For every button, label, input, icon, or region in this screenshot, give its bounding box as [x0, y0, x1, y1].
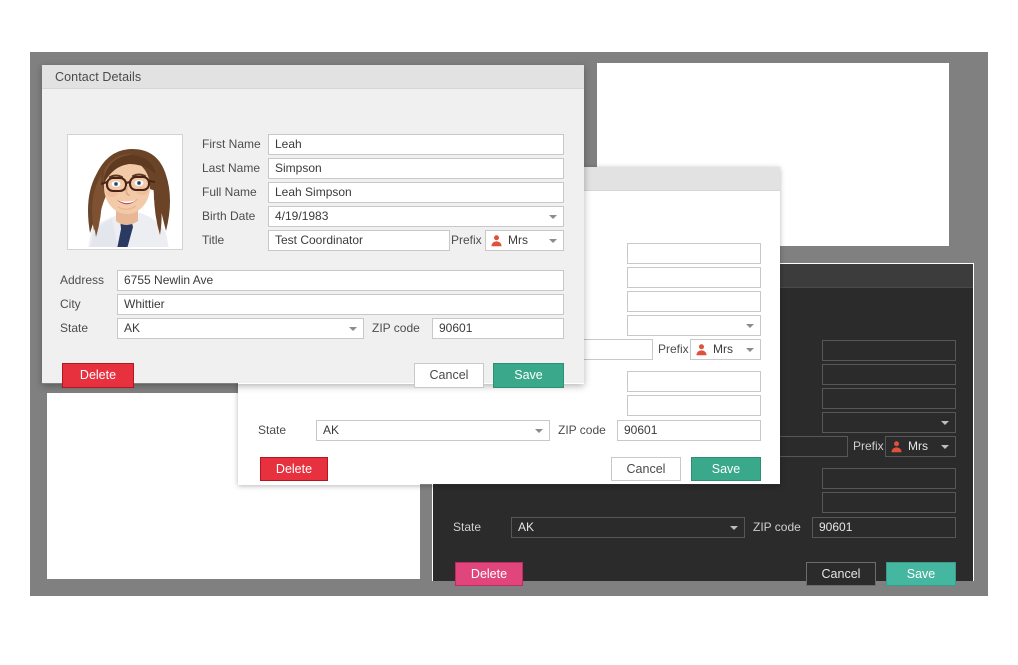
chevron-down-icon	[535, 428, 543, 433]
full-name-input-middle[interactable]	[627, 291, 761, 312]
save-button[interactable]: Save	[493, 363, 564, 388]
city-value: Whittier	[124, 297, 165, 311]
city-input[interactable]: Whittier	[117, 294, 564, 315]
zip-label: ZIP code	[372, 321, 420, 335]
chevron-down-icon	[549, 214, 557, 219]
prefix-label-dark: Prefix	[853, 439, 884, 453]
state-dropdown-dark[interactable]: AK	[511, 517, 745, 538]
city-input-middle[interactable]	[627, 395, 761, 416]
cancel-button[interactable]: Cancel	[414, 363, 484, 388]
zip-input[interactable]: 90601	[432, 318, 564, 339]
last-name-value: Simpson	[275, 161, 322, 175]
chevron-down-icon	[746, 323, 754, 328]
delete-button-middle[interactable]: Delete	[260, 457, 328, 481]
person-icon	[891, 441, 902, 453]
prefix-dropdown-dark[interactable]: Mrs	[885, 436, 956, 457]
last-name-input-middle[interactable]	[627, 267, 761, 288]
delete-button[interactable]: Delete	[62, 363, 134, 388]
prefix-value-middle: Mrs	[713, 342, 733, 356]
chevron-down-icon	[549, 238, 557, 243]
city-label: City	[60, 297, 81, 311]
contact-details-dialog-front[interactable]: Contact Details First Name Leah Last Nam…	[42, 65, 584, 388]
zip-input-dark[interactable]: 90601	[812, 517, 956, 538]
state-label-middle: State	[258, 423, 287, 437]
prefix-value-dark: Mrs	[908, 439, 928, 453]
cancel-button-middle[interactable]: Cancel	[611, 457, 681, 481]
dialog-title-bar: Contact Details	[42, 65, 584, 89]
title-input[interactable]: Test Coordinator	[268, 230, 450, 251]
last-name-input[interactable]: Simpson	[268, 158, 564, 179]
address-input-dark[interactable]	[822, 468, 956, 489]
dialog-body: First Name Leah Last Name Simpson Full N…	[42, 89, 584, 388]
prefix-dropdown[interactable]: Mrs	[485, 230, 564, 251]
birth-date-label: Birth Date	[202, 209, 256, 223]
first-name-input-dark[interactable]	[822, 340, 956, 361]
state-value-middle: AK	[323, 423, 340, 437]
prefix-label: Prefix	[451, 233, 482, 247]
address-input-middle[interactable]	[627, 371, 761, 392]
zip-value-middle: 90601	[624, 423, 658, 437]
chevron-down-icon	[730, 525, 738, 530]
full-name-input[interactable]: Leah Simpson	[268, 182, 564, 203]
delete-button-dark[interactable]: Delete	[455, 562, 523, 586]
chevron-down-icon	[941, 420, 949, 425]
address-value: 6755 Newlin Ave	[124, 273, 214, 287]
full-name-value: Leah Simpson	[275, 185, 352, 199]
zip-value: 90601	[439, 321, 473, 335]
app-canvas: Prefix Mrs State AK ZIP code 90601 Delet…	[0, 0, 1018, 665]
first-name-input[interactable]: Leah	[268, 134, 564, 155]
save-button-middle[interactable]: Save	[691, 457, 761, 481]
birth-date-dropdown-middle[interactable]	[627, 315, 761, 336]
zip-value-dark: 90601	[819, 520, 853, 534]
state-dropdown-middle[interactable]: AK	[316, 420, 550, 441]
first-name-value: Leah	[275, 137, 302, 151]
avatar	[67, 134, 183, 250]
full-name-input-dark[interactable]	[822, 388, 956, 409]
birth-date-value: 4/19/1983	[275, 209, 329, 223]
title-label: Title	[202, 233, 225, 247]
prefix-dropdown-middle[interactable]: Mrs	[690, 339, 761, 360]
birth-date-dropdown[interactable]: 4/19/1983	[268, 206, 564, 227]
state-value: AK	[124, 321, 141, 335]
prefix-value: Mrs	[508, 233, 528, 247]
birth-date-dropdown-dark[interactable]	[822, 412, 956, 433]
first-name-label: First Name	[202, 137, 261, 151]
full-name-label: Full Name	[202, 185, 257, 199]
last-name-input-dark[interactable]	[822, 364, 956, 385]
city-input-dark[interactable]	[822, 492, 956, 513]
zip-label-dark: ZIP code	[753, 520, 801, 534]
cancel-button-dark[interactable]: Cancel	[806, 562, 876, 586]
title-value: Test Coordinator	[275, 233, 364, 247]
chevron-down-icon	[941, 444, 949, 449]
person-icon	[696, 344, 707, 356]
chevron-down-icon	[746, 347, 754, 352]
zip-label-middle: ZIP code	[558, 423, 606, 437]
state-value-dark: AK	[518, 520, 535, 534]
address-input[interactable]: 6755 Newlin Ave	[117, 270, 564, 291]
chevron-down-icon	[349, 326, 357, 331]
address-label: Address	[60, 273, 105, 287]
prefix-label-middle: Prefix	[658, 342, 689, 356]
last-name-label: Last Name	[202, 161, 261, 175]
state-label-dark: State	[453, 520, 482, 534]
state-dropdown[interactable]: AK	[117, 318, 364, 339]
avatar-image	[70, 137, 180, 247]
page-title: Contact Details	[55, 70, 142, 84]
person-icon	[491, 235, 502, 247]
first-name-input-middle[interactable]	[627, 243, 761, 264]
save-button-dark[interactable]: Save	[886, 562, 956, 586]
zip-input-middle[interactable]: 90601	[617, 420, 761, 441]
state-label: State	[60, 321, 89, 335]
